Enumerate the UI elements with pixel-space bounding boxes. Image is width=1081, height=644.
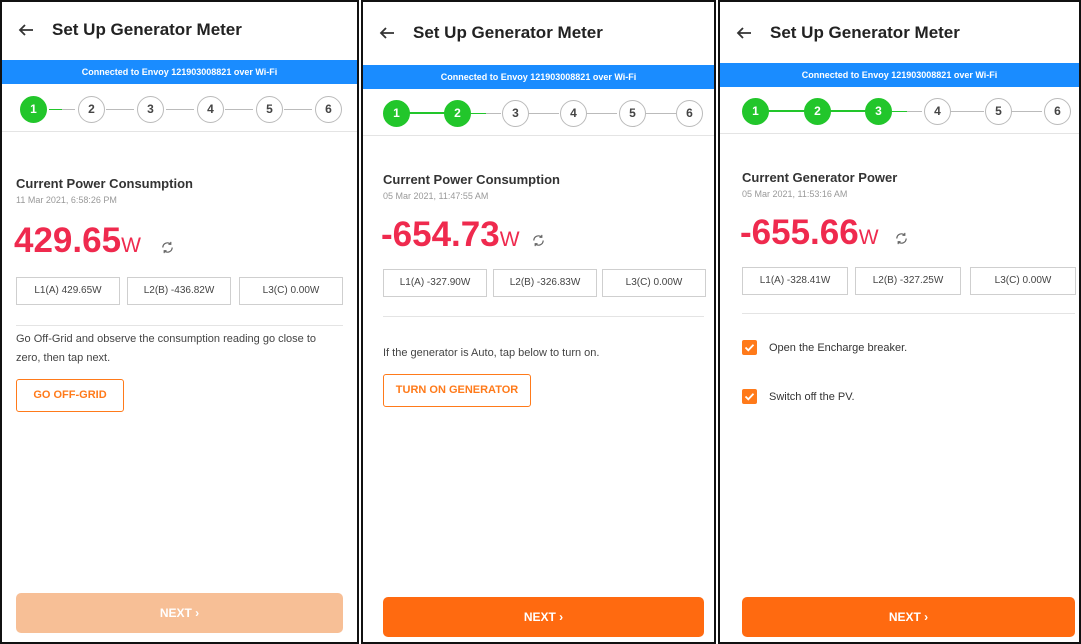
step-connector bbox=[587, 113, 617, 114]
instruction-text: If the generator is Auto, tap below to t… bbox=[383, 347, 600, 359]
step-connector bbox=[830, 110, 866, 112]
step-2: 2 bbox=[78, 96, 105, 123]
phase-l3: L3(C) 0.00W bbox=[602, 269, 706, 297]
step-4: 4 bbox=[197, 96, 224, 123]
step-connector bbox=[646, 113, 676, 114]
wifi-status-banner: Connected to Envoy 121903008821 over Wi-… bbox=[2, 60, 357, 84]
step-6: 6 bbox=[315, 96, 342, 123]
reading-timestamp: 05 Mar 2021, 11:47:55 AM bbox=[383, 191, 489, 201]
go-off-grid-button[interactable]: GO OFF-GRID bbox=[16, 379, 124, 412]
step-5: 5 bbox=[256, 96, 283, 123]
phase-l1: L1(A) -327.90W bbox=[383, 269, 487, 297]
checkbox-checked-icon[interactable] bbox=[742, 340, 757, 355]
checklist-label: Switch off the PV. bbox=[769, 390, 855, 403]
step-connector bbox=[529, 113, 559, 114]
refresh-icon[interactable] bbox=[894, 231, 909, 246]
phase-l2: L2(B) -326.83W bbox=[493, 269, 597, 297]
step-connector bbox=[106, 109, 134, 110]
step-6: 6 bbox=[1044, 98, 1071, 125]
power-unit: W bbox=[858, 226, 879, 249]
divider bbox=[742, 313, 1075, 314]
step-1: 1 bbox=[20, 96, 47, 123]
step-connector bbox=[409, 112, 445, 114]
reading-timestamp: 11 Mar 2021, 6:58:26 PM bbox=[16, 195, 117, 205]
power-value: -655.66 bbox=[740, 213, 859, 252]
step-connector bbox=[225, 109, 253, 110]
power-reading: -655.66W bbox=[740, 213, 879, 253]
step-5: 5 bbox=[619, 100, 646, 127]
back-arrow-icon[interactable] bbox=[736, 25, 752, 41]
step-5: 5 bbox=[985, 98, 1012, 125]
power-reading: -654.73W bbox=[381, 215, 520, 255]
section-title: Current Generator Power bbox=[742, 170, 898, 185]
power-reading: 429.65W bbox=[14, 221, 141, 261]
phase-l1: L1(A) 429.65W bbox=[16, 277, 120, 305]
power-value: -654.73 bbox=[381, 215, 500, 254]
step-connector bbox=[49, 109, 75, 110]
page-title: Set Up Generator Meter bbox=[770, 23, 960, 42]
turn-on-generator-button[interactable]: TURN ON GENERATOR bbox=[383, 374, 531, 407]
power-unit: W bbox=[121, 234, 141, 257]
divider bbox=[383, 316, 704, 317]
phase-l2: L2(B) -327.25W bbox=[855, 267, 961, 295]
step-6: 6 bbox=[676, 100, 703, 127]
step-connector bbox=[768, 110, 806, 112]
step-4: 4 bbox=[924, 98, 951, 125]
app-header: Set Up Generator Meter bbox=[363, 2, 714, 64]
phase-l1: L1(A) -328.41W bbox=[742, 267, 848, 295]
step-3: 3 bbox=[865, 98, 892, 125]
screen-step-1: Set Up Generator Meter Connected to Envo… bbox=[0, 0, 359, 644]
screen-step-3: Set Up Generator Meter Connected to Envo… bbox=[718, 0, 1081, 644]
step-progress: 1 2 3 4 5 6 bbox=[720, 90, 1079, 134]
step-connector bbox=[471, 113, 501, 114]
next-button[interactable]: NEXT › bbox=[16, 593, 343, 633]
reading-timestamp: 05 Mar 2021, 11:53:16 AM bbox=[742, 189, 848, 199]
checklist-item-pv[interactable]: Switch off the PV. bbox=[742, 389, 855, 404]
phase-l3: L3(C) 0.00W bbox=[239, 277, 343, 305]
section-title: Current Power Consumption bbox=[383, 172, 560, 187]
app-header: Set Up Generator Meter bbox=[2, 2, 357, 58]
step-1: 1 bbox=[383, 100, 410, 127]
step-1: 1 bbox=[742, 98, 769, 125]
refresh-icon[interactable] bbox=[531, 233, 546, 248]
refresh-icon[interactable] bbox=[160, 240, 175, 255]
phase-l3: L3(C) 0.00W bbox=[970, 267, 1076, 295]
step-connector bbox=[1012, 111, 1042, 112]
step-2: 2 bbox=[804, 98, 831, 125]
instruction-text: Go Off-Grid and observe the consumption … bbox=[16, 333, 317, 364]
page-title: Set Up Generator Meter bbox=[413, 23, 603, 42]
step-connector bbox=[284, 109, 312, 110]
step-progress: 1 2 3 4 5 6 bbox=[363, 92, 714, 136]
wifi-status-banner: Connected to Envoy 121903008821 over Wi-… bbox=[720, 63, 1079, 87]
back-arrow-icon[interactable] bbox=[379, 25, 395, 41]
step-connector bbox=[166, 109, 194, 110]
next-button[interactable]: NEXT › bbox=[742, 597, 1075, 637]
step-3: 3 bbox=[137, 96, 164, 123]
screen-step-2: Set Up Generator Meter Connected to Envo… bbox=[361, 0, 716, 644]
app-header: Set Up Generator Meter bbox=[720, 2, 1079, 64]
phase-l2: L2(B) -436.82W bbox=[127, 277, 231, 305]
checklist-item-encharge[interactable]: Open the Encharge breaker. bbox=[742, 340, 907, 355]
next-button[interactable]: NEXT › bbox=[383, 597, 704, 637]
divider bbox=[16, 325, 343, 326]
checklist-label: Open the Encharge breaker. bbox=[769, 341, 908, 354]
step-progress: 1 2 3 4 5 6 bbox=[2, 88, 357, 132]
back-arrow-icon[interactable] bbox=[18, 22, 34, 38]
step-connector bbox=[950, 111, 984, 112]
page-title: Set Up Generator Meter bbox=[52, 20, 242, 39]
power-unit: W bbox=[499, 228, 520, 251]
wifi-status-banner: Connected to Envoy 121903008821 over Wi-… bbox=[363, 65, 714, 89]
step-4: 4 bbox=[560, 100, 587, 127]
power-value: 429.65 bbox=[14, 221, 122, 260]
step-3: 3 bbox=[502, 100, 529, 127]
step-2: 2 bbox=[444, 100, 471, 127]
section-title: Current Power Consumption bbox=[16, 176, 193, 191]
step-connector bbox=[892, 111, 922, 112]
checkbox-checked-icon[interactable] bbox=[742, 389, 757, 404]
